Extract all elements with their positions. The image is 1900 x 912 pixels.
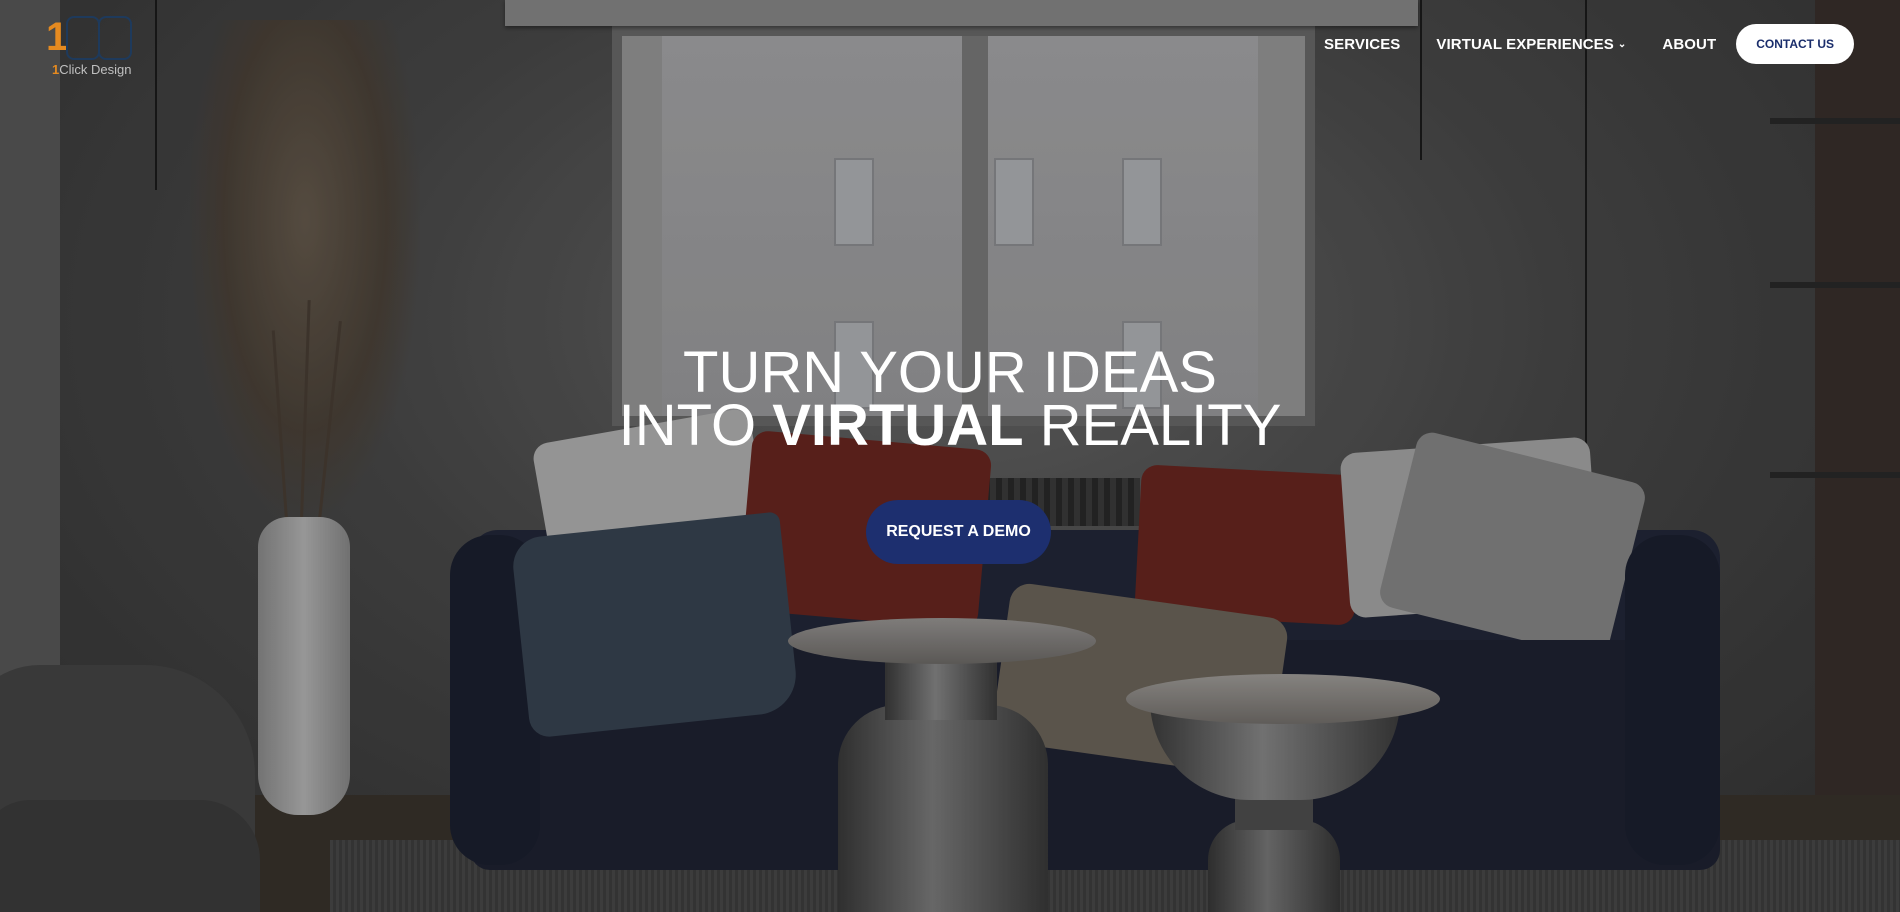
hero-section: 1 1Click Design SERVICES VIRTUAL EXPERIE…: [0, 0, 1900, 912]
nav-about[interactable]: ABOUT: [1662, 36, 1716, 53]
headline-line-2: INTO VIRTUAL REALITY: [0, 397, 1900, 455]
chevron-down-icon: ⌄: [1617, 39, 1627, 51]
contact-us-button[interactable]: CONTACT US: [1736, 24, 1854, 64]
headline-line-1: TURN YOUR IDEAS: [683, 340, 1217, 405]
headline-bold: VIRTUAL: [772, 393, 1024, 458]
headline-suffix: REALITY: [1039, 393, 1282, 458]
nav-services[interactable]: SERVICES: [1324, 36, 1400, 53]
hero-headline: TURN YOUR IDEAS INTO VIRTUAL REALITY: [0, 340, 1900, 455]
logo[interactable]: 1 1Click Design: [46, 16, 136, 80]
logo-box-icon: [98, 16, 132, 60]
headline-prefix: INTO: [618, 393, 757, 458]
nav-virtual-experiences-label: VIRTUAL EXPERIENCES: [1436, 35, 1614, 53]
main-nav: SERVICES VIRTUAL EXPERIENCES ⌄ ABOUT CONT…: [1324, 24, 1854, 64]
logo-digit: 1: [46, 15, 69, 59]
logo-text: 1Click Design: [52, 62, 131, 77]
logo-box-icon: [66, 16, 100, 60]
request-demo-button[interactable]: REQUEST A DEMO: [866, 500, 1051, 564]
logo-text-rest: Click Design: [59, 62, 132, 77]
nav-virtual-experiences[interactable]: VIRTUAL EXPERIENCES ⌄: [1436, 36, 1626, 53]
